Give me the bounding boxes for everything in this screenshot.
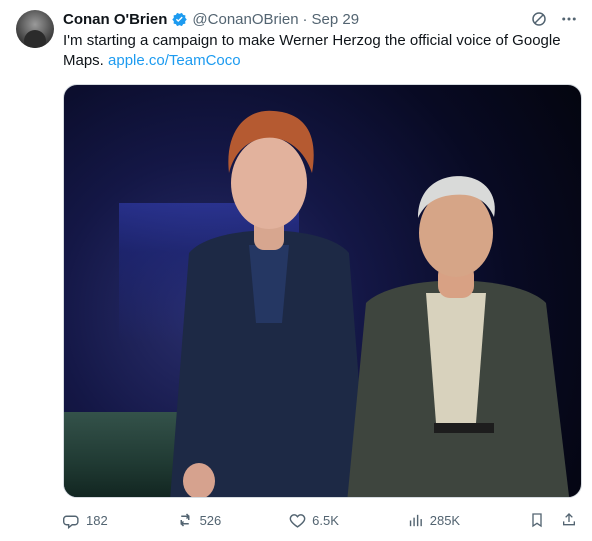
reply-icon [63,515,79,529]
verified-badge-icon [171,11,188,28]
bookmark-button[interactable] [528,511,546,529]
more-options-icon[interactable] [560,10,578,28]
tweet-link[interactable]: apple.co/TeamCoco [108,52,241,69]
tweet-photo[interactable] [63,84,582,498]
separator-dot: · [302,10,308,28]
person-right-figure [347,176,570,497]
share-icon [562,513,575,526]
avatar[interactable] [16,10,54,48]
tweet-date[interactable]: Sep 29 [312,11,360,28]
retweet-button[interactable]: 526 [176,511,222,529]
tweet-actions: 182 526 6.5K 285K [63,510,578,530]
analytics-icon [409,514,422,526]
author-handle[interactable]: @ConanOBrien [192,11,298,28]
grok-icon[interactable] [530,10,548,28]
tweet-header: Conan O'Brien @ConanOBrien · Sep 29 [63,8,359,30]
bookmark-icon [532,513,542,528]
heart-icon [289,513,306,528]
retweet-icon [180,513,190,527]
views-count: 285K [429,512,461,528]
retweet-count: 526 [199,512,222,528]
like-count: 6.5K [312,512,339,528]
tweet-text: I'm starting a campaign to make Werner H… [63,31,578,71]
author-name[interactable]: Conan O'Brien [63,11,167,28]
secondary-actions [528,511,578,529]
reply-button[interactable]: 182 [63,512,108,529]
top-actions [530,10,578,28]
like-button[interactable]: 6.5K [289,512,339,529]
share-button[interactable] [560,511,578,529]
reply-count: 182 [86,512,108,528]
views-button[interactable]: 285K [407,512,460,529]
